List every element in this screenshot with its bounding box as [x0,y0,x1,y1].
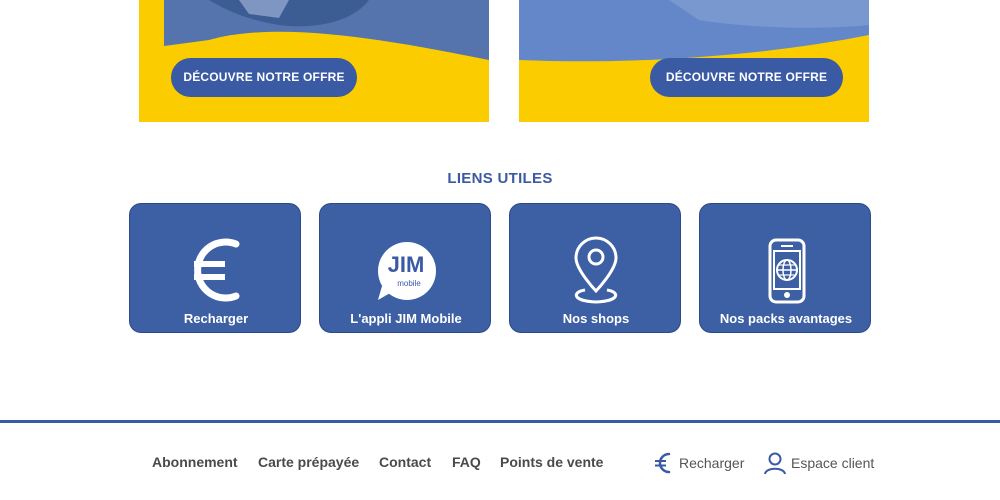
discover-offer-button-left[interactable]: DÉCOUVRE NOTRE OFFRE [171,58,357,97]
useful-links-title: LIENS UTILES [447,170,553,187]
footer-link-prepaid-card[interactable]: Carte prépayée [258,454,359,470]
footer-link-subscription[interactable]: Abonnement [152,454,238,470]
tile-shops[interactable]: Nos shops [509,203,681,333]
promo-banner-right: DÉCOUVRE NOTRE OFFRE [519,0,869,122]
tile-jim-app-label: L'appli JIM Mobile [350,311,462,326]
user-icon [764,452,786,475]
tile-shops-label: Nos shops [562,311,630,326]
phone-globe-icon [768,238,806,304]
tile-recharge[interactable]: Recharger [129,203,301,333]
discover-offer-button-right[interactable]: DÉCOUVRE NOTRE OFFRE [650,58,843,97]
tile-jim-app[interactable]: JIM mobile L'appli JIM Mobile [319,203,491,333]
euro-icon [194,238,240,302]
tile-packs-label: Nos packs avantages [719,311,853,326]
jim-logo-text: JIM [387,252,425,277]
footer-link-contact[interactable]: Contact [379,454,431,470]
footer-account-link[interactable]: Espace client [763,450,878,476]
jim-app-icon: JIM mobile [320,234,492,309]
promo-banner-left: DÉCOUVRE NOTRE OFFRE [139,0,489,122]
footer-link-faq[interactable]: FAQ [452,454,481,470]
footer-recharge-label: Recharger [679,455,745,471]
footer-divider [0,420,1000,423]
euro-icon [655,452,671,474]
tile-recharge-label: Recharger [183,311,249,326]
footer-link-points-of-sale[interactable]: Points de vente [500,454,603,470]
footer-account-label: Espace client [791,455,875,471]
location-pin-icon [574,236,618,304]
jim-logo-subtext: mobile [397,279,421,288]
footer-recharge-link[interactable]: Recharger [654,450,749,476]
tile-packs[interactable]: Nos packs avantages [699,203,871,333]
